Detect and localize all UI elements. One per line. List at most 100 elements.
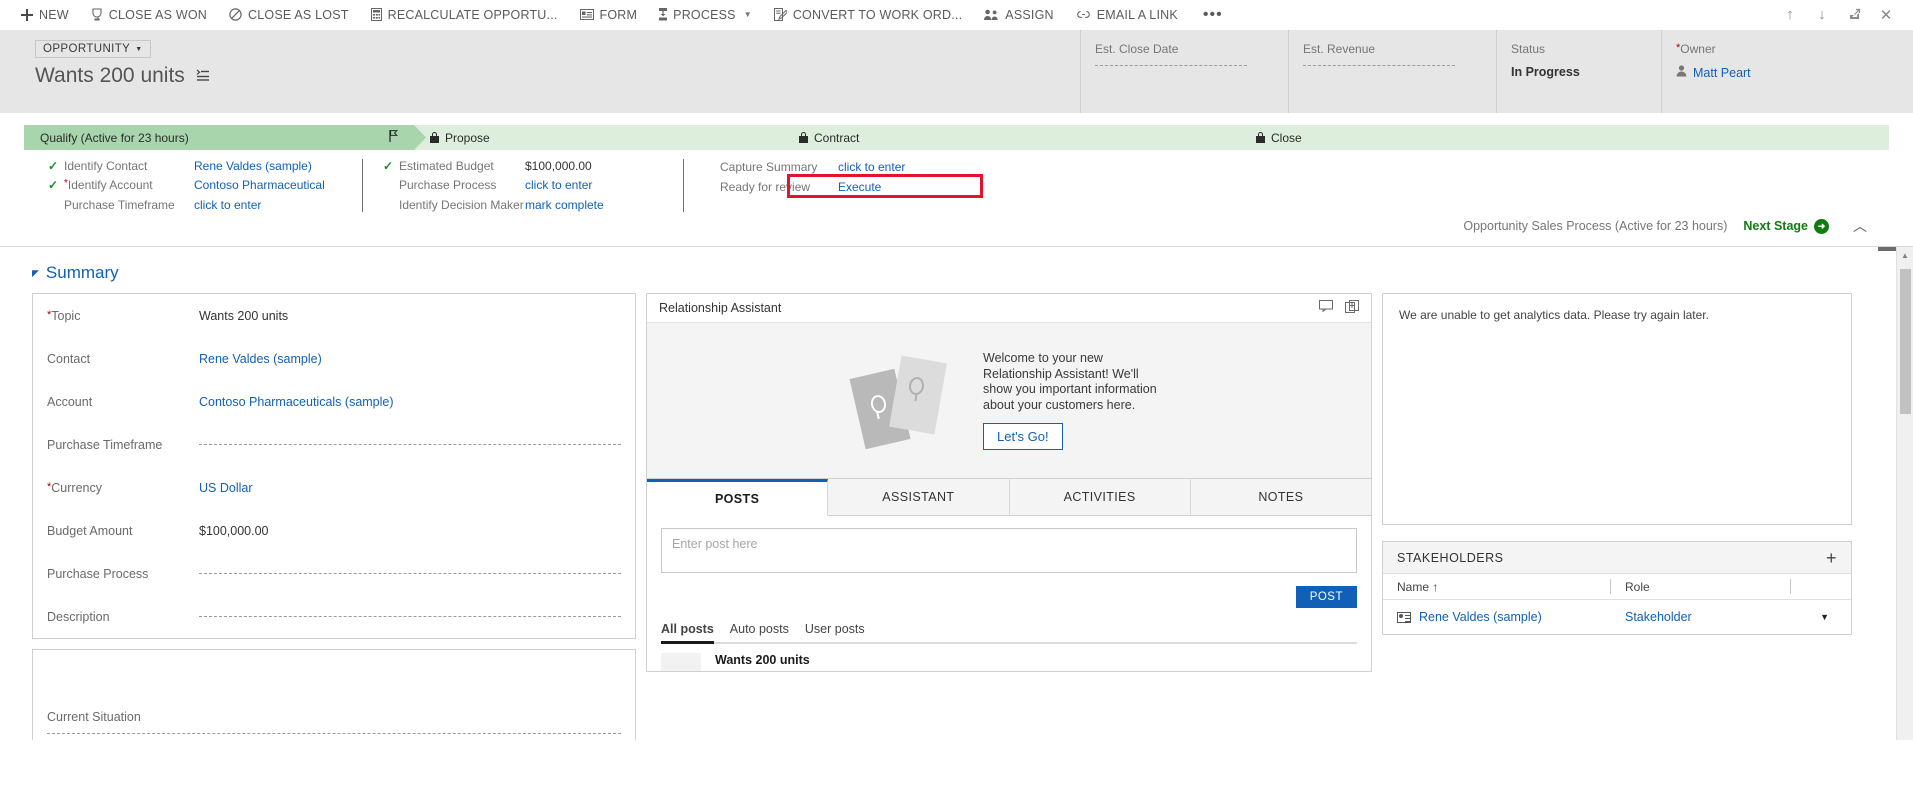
process-footer: Opportunity Sales Process (Active for 23…	[24, 212, 1889, 246]
popout-card-icon[interactable]	[1345, 300, 1359, 316]
column-header-name[interactable]: Name ↑	[1383, 579, 1611, 594]
stage-chevron	[414, 125, 426, 150]
column-header-role[interactable]: Role	[1611, 579, 1791, 594]
next-stage-button[interactable]: Next Stage ➜	[1743, 218, 1829, 234]
process-step-identify-contact[interactable]: ✓ Identify Contact Rene Valdes (sample)	[48, 159, 344, 173]
process-step-value[interactable]: $100,000.00	[525, 159, 665, 173]
command-label: PROCESS	[673, 7, 736, 22]
command-process[interactable]: PROCESS ▼	[648, 0, 763, 30]
field-purchase-timeframe[interactable]: Purchase Timeframe	[33, 423, 635, 466]
scrollbar-thumb[interactable]	[1900, 269, 1911, 414]
filter-auto-posts[interactable]: Auto posts	[730, 622, 789, 644]
convert-icon	[773, 8, 787, 21]
command-new[interactable]: NEW	[10, 0, 80, 30]
process-step-value[interactable]: click to enter	[838, 160, 905, 174]
field-value-empty	[199, 616, 621, 617]
field-value-link[interactable]: Rene Valdes (sample)	[199, 352, 621, 366]
command-overflow-button[interactable]: •••	[1189, 0, 1237, 30]
vertical-scrollbar[interactable]: ▲	[1896, 247, 1913, 740]
stakeholder-name-link[interactable]: Rene Valdes (sample)	[1419, 610, 1542, 624]
process-stage-label: Propose	[445, 130, 490, 145]
analytics-error-message: We are unable to get analytics data. Ple…	[1399, 308, 1709, 322]
header-field-est-close-date[interactable]: Est. Close Date	[1080, 30, 1288, 113]
field-topic[interactable]: *Topic Wants 200 units	[33, 294, 635, 337]
process-step-purchase-process[interactable]: Purchase Process click to enter	[383, 178, 665, 192]
process-stage-qualify[interactable]: Qualify (Active for 23 hours)	[24, 125, 426, 150]
command-recalculate-opportunity[interactable]: RECALCULATE OPPORTU...	[360, 0, 569, 30]
post-button[interactable]: POST	[1295, 586, 1357, 608]
command-close-as-lost[interactable]: CLOSE AS LOST	[218, 0, 360, 30]
lets-go-button[interactable]: Let's Go!	[983, 423, 1063, 450]
current-situation-card[interactable]: Current Situation	[32, 649, 636, 740]
tab-activities[interactable]: ACTIVITIES	[1009, 479, 1191, 515]
command-bar: NEW CLOSE AS WON CLOSE AS LOST RECALCULA…	[0, 0, 1913, 30]
check-icon: ✓	[48, 159, 59, 174]
command-label: CONVERT TO WORK ORD...	[792, 7, 963, 22]
form-icon	[579, 9, 594, 20]
person-icon	[1676, 65, 1687, 80]
feedback-icon[interactable]	[1319, 300, 1333, 316]
list-item[interactable]: Wants 200 units	[661, 644, 1357, 671]
summary-section-header[interactable]: ◤ Summary	[0, 247, 1913, 293]
record-menu-icon[interactable]	[195, 69, 210, 84]
command-form[interactable]: FORM	[569, 0, 649, 30]
field-account[interactable]: Account Contoso Pharmaceuticals (sample)	[33, 380, 635, 423]
header-field-owner: *Owner Matt Peart	[1661, 30, 1861, 113]
table-row[interactable]: Rene Valdes (sample) Stakeholder ▼	[1383, 600, 1851, 634]
field-purchase-process[interactable]: Purchase Process	[33, 552, 635, 595]
process-stage-contract[interactable]: Contract	[783, 125, 1252, 150]
field-value-link[interactable]: Contoso Pharmaceuticals (sample)	[199, 395, 621, 409]
right-column: We are unable to get analytics data. Ple…	[1382, 293, 1852, 740]
down-arrow-icon[interactable]: ↓	[1807, 0, 1837, 30]
tab-notes[interactable]: NOTES	[1190, 479, 1371, 515]
process-step-value[interactable]: click to enter	[525, 178, 665, 192]
stakeholder-role-link[interactable]: Stakeholder	[1625, 610, 1692, 624]
tab-posts[interactable]: POSTS	[647, 479, 829, 516]
header-field-est-revenue[interactable]: Est. Revenue	[1288, 30, 1496, 113]
process-stage-close[interactable]: Close	[1240, 125, 1889, 150]
plus-icon[interactable]: +	[1826, 549, 1837, 567]
field-value-link[interactable]: US Dollar	[199, 481, 621, 495]
tab-assistant[interactable]: ASSISTANT	[828, 479, 1010, 515]
stakeholder-role-cell: Stakeholder	[1611, 610, 1791, 624]
process-step-value[interactable]: click to enter	[194, 198, 344, 212]
command-email-a-link[interactable]: EMAIL A LINK	[1065, 0, 1189, 30]
process-step-estimated-budget[interactable]: ✓ Estimated Budget $100,000.00	[383, 159, 665, 173]
filter-user-posts[interactable]: User posts	[805, 622, 865, 644]
business-process-flow: Qualify (Active for 23 hours) Propose Co…	[0, 113, 1913, 246]
entity-type-selector[interactable]: OPPORTUNITY ▼	[35, 40, 151, 58]
owner-link[interactable]: Matt Peart	[1693, 66, 1751, 80]
chevron-down-icon: ▼	[135, 45, 143, 53]
process-step-value[interactable]: mark complete	[525, 198, 665, 212]
up-arrow-icon[interactable]: ↑	[1775, 0, 1805, 30]
process-step-ready-for-review[interactable]: Ready for review Execute	[704, 179, 905, 194]
process-step-value[interactable]: Contoso Pharmaceutical	[194, 178, 344, 192]
process-step-group-qualify: ✓ Identify Contact Rene Valdes (sample) …	[48, 159, 362, 212]
command-close-as-won[interactable]: CLOSE AS WON	[80, 0, 218, 30]
field-description[interactable]: Description	[33, 595, 635, 638]
column-header-blank	[1791, 579, 1851, 594]
process-stage-propose[interactable]: Propose	[414, 125, 795, 150]
field-contact[interactable]: Contact Rene Valdes (sample)	[33, 337, 635, 380]
command-convert-to-work-order[interactable]: CONVERT TO WORK ORD...	[763, 0, 973, 30]
process-step-identify-decision-maker[interactable]: Identify Decision Maker mark complete	[383, 198, 665, 212]
field-currency[interactable]: *Currency US Dollar	[33, 466, 635, 509]
command-assign[interactable]: ASSIGN	[973, 0, 1064, 30]
chevron-up-icon[interactable]: ︿	[1845, 216, 1867, 236]
process-step-capture-summary[interactable]: Capture Summary click to enter	[704, 159, 905, 174]
process-step-label: *Identify Account	[64, 178, 153, 193]
post-input[interactable]: Enter post here	[661, 528, 1357, 573]
row-menu-chevron-down-icon[interactable]: ▼	[1820, 612, 1829, 622]
avatar	[661, 653, 701, 671]
process-step-identify-account[interactable]: ✓ *Identify Account Contoso Pharmaceutic…	[48, 178, 344, 192]
popout-icon[interactable]	[1839, 0, 1869, 30]
stakeholders-header: STAKEHOLDERS +	[1383, 542, 1851, 574]
scroll-up-arrow-icon[interactable]: ▲	[1897, 247, 1913, 264]
process-step-value[interactable]: Rene Valdes (sample)	[194, 159, 344, 173]
summary-section-title: Summary	[45, 263, 119, 282]
process-step-value-execute[interactable]: Execute	[838, 180, 881, 194]
process-step-purchase-timeframe[interactable]: Purchase Timeframe click to enter	[48, 198, 344, 212]
field-budget-amount[interactable]: Budget Amount $100,000.00	[33, 509, 635, 552]
close-icon[interactable]: ✕	[1871, 0, 1901, 30]
filter-all-posts[interactable]: All posts	[661, 622, 714, 644]
